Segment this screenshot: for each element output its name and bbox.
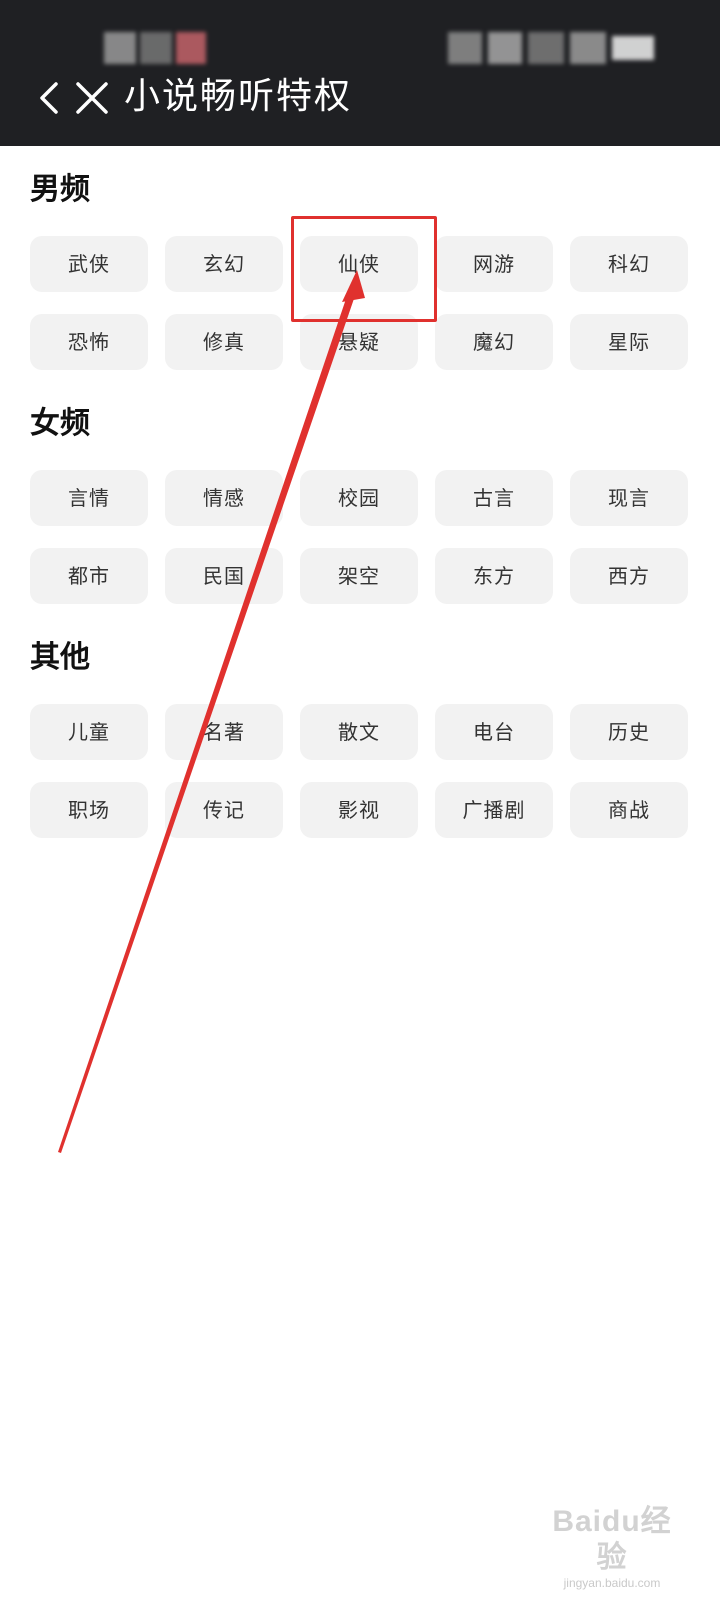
category-tag[interactable]: 古言: [435, 470, 553, 526]
category-tag[interactable]: 散文: [300, 704, 418, 760]
category-tag[interactable]: 电台: [435, 704, 553, 760]
category-tag[interactable]: 东方: [435, 548, 553, 604]
chevron-left-icon[interactable]: [28, 76, 72, 120]
category-tag[interactable]: 商战: [570, 782, 688, 838]
top-bar: 小说畅听特权: [0, 0, 720, 146]
category-tag[interactable]: 魔幻: [435, 314, 553, 370]
category-tag[interactable]: 都市: [30, 548, 148, 604]
section-title-female: 女频: [30, 406, 90, 441]
page-title: 小说畅听特权: [124, 76, 353, 117]
category-tag[interactable]: 传记: [165, 782, 283, 838]
category-tag[interactable]: 影视: [300, 782, 418, 838]
category-tag[interactable]: 星际: [570, 314, 688, 370]
category-tag[interactable]: 玄幻: [165, 236, 283, 292]
category-tag[interactable]: 网游: [435, 236, 553, 292]
category-tag[interactable]: 儿童: [30, 704, 148, 760]
category-tag[interactable]: 历史: [570, 704, 688, 760]
status-bar-left-blurred: [104, 32, 206, 64]
category-tag[interactable]: 架空: [300, 548, 418, 604]
status-blur-block: [570, 32, 606, 64]
category-tag[interactable]: 西方: [570, 548, 688, 604]
watermark-logo: Baidu经验: [552, 1505, 672, 1574]
status-blur-block: [140, 32, 172, 64]
status-bar-right-blurred: [448, 32, 654, 64]
category-tag[interactable]: 言情: [30, 470, 148, 526]
category-tag[interactable]: 武侠: [30, 236, 148, 292]
category-tag[interactable]: 恐怖: [30, 314, 148, 370]
status-blur-block: [528, 32, 564, 64]
category-tag[interactable]: 情感: [165, 470, 283, 526]
annotation-highlight-box: [291, 216, 437, 322]
watermark: Baidu经验 jingyan.baidu.com: [542, 1504, 682, 1590]
category-tag[interactable]: 职场: [30, 782, 148, 838]
tag-grid-female: 言情 情感 校园 古言 现言 都市 民国 架空 东方 西方: [30, 470, 690, 604]
battery-icon: [612, 36, 654, 60]
section-title-male: 男频: [30, 172, 90, 207]
category-tag[interactable]: 民国: [165, 548, 283, 604]
watermark-site: jingyan.baidu.com: [563, 1576, 661, 1590]
section-title-other: 其他: [30, 640, 90, 675]
status-blur-block: [176, 32, 206, 64]
category-tag[interactable]: 校园: [300, 470, 418, 526]
category-tag[interactable]: 科幻: [570, 236, 688, 292]
category-tag[interactable]: 悬疑: [300, 314, 418, 370]
close-icon[interactable]: [70, 76, 114, 120]
status-blur-block: [488, 32, 522, 64]
status-blur-block: [104, 32, 136, 64]
category-tag[interactable]: 修真: [165, 314, 283, 370]
tag-grid-other: 儿童 名著 散文 电台 历史 职场 传记 影视 广播剧 商战: [30, 704, 690, 838]
category-tag[interactable]: 现言: [570, 470, 688, 526]
status-blur-block: [448, 32, 482, 64]
category-tag[interactable]: 名著: [165, 704, 283, 760]
category-tag[interactable]: 广播剧: [435, 782, 553, 838]
